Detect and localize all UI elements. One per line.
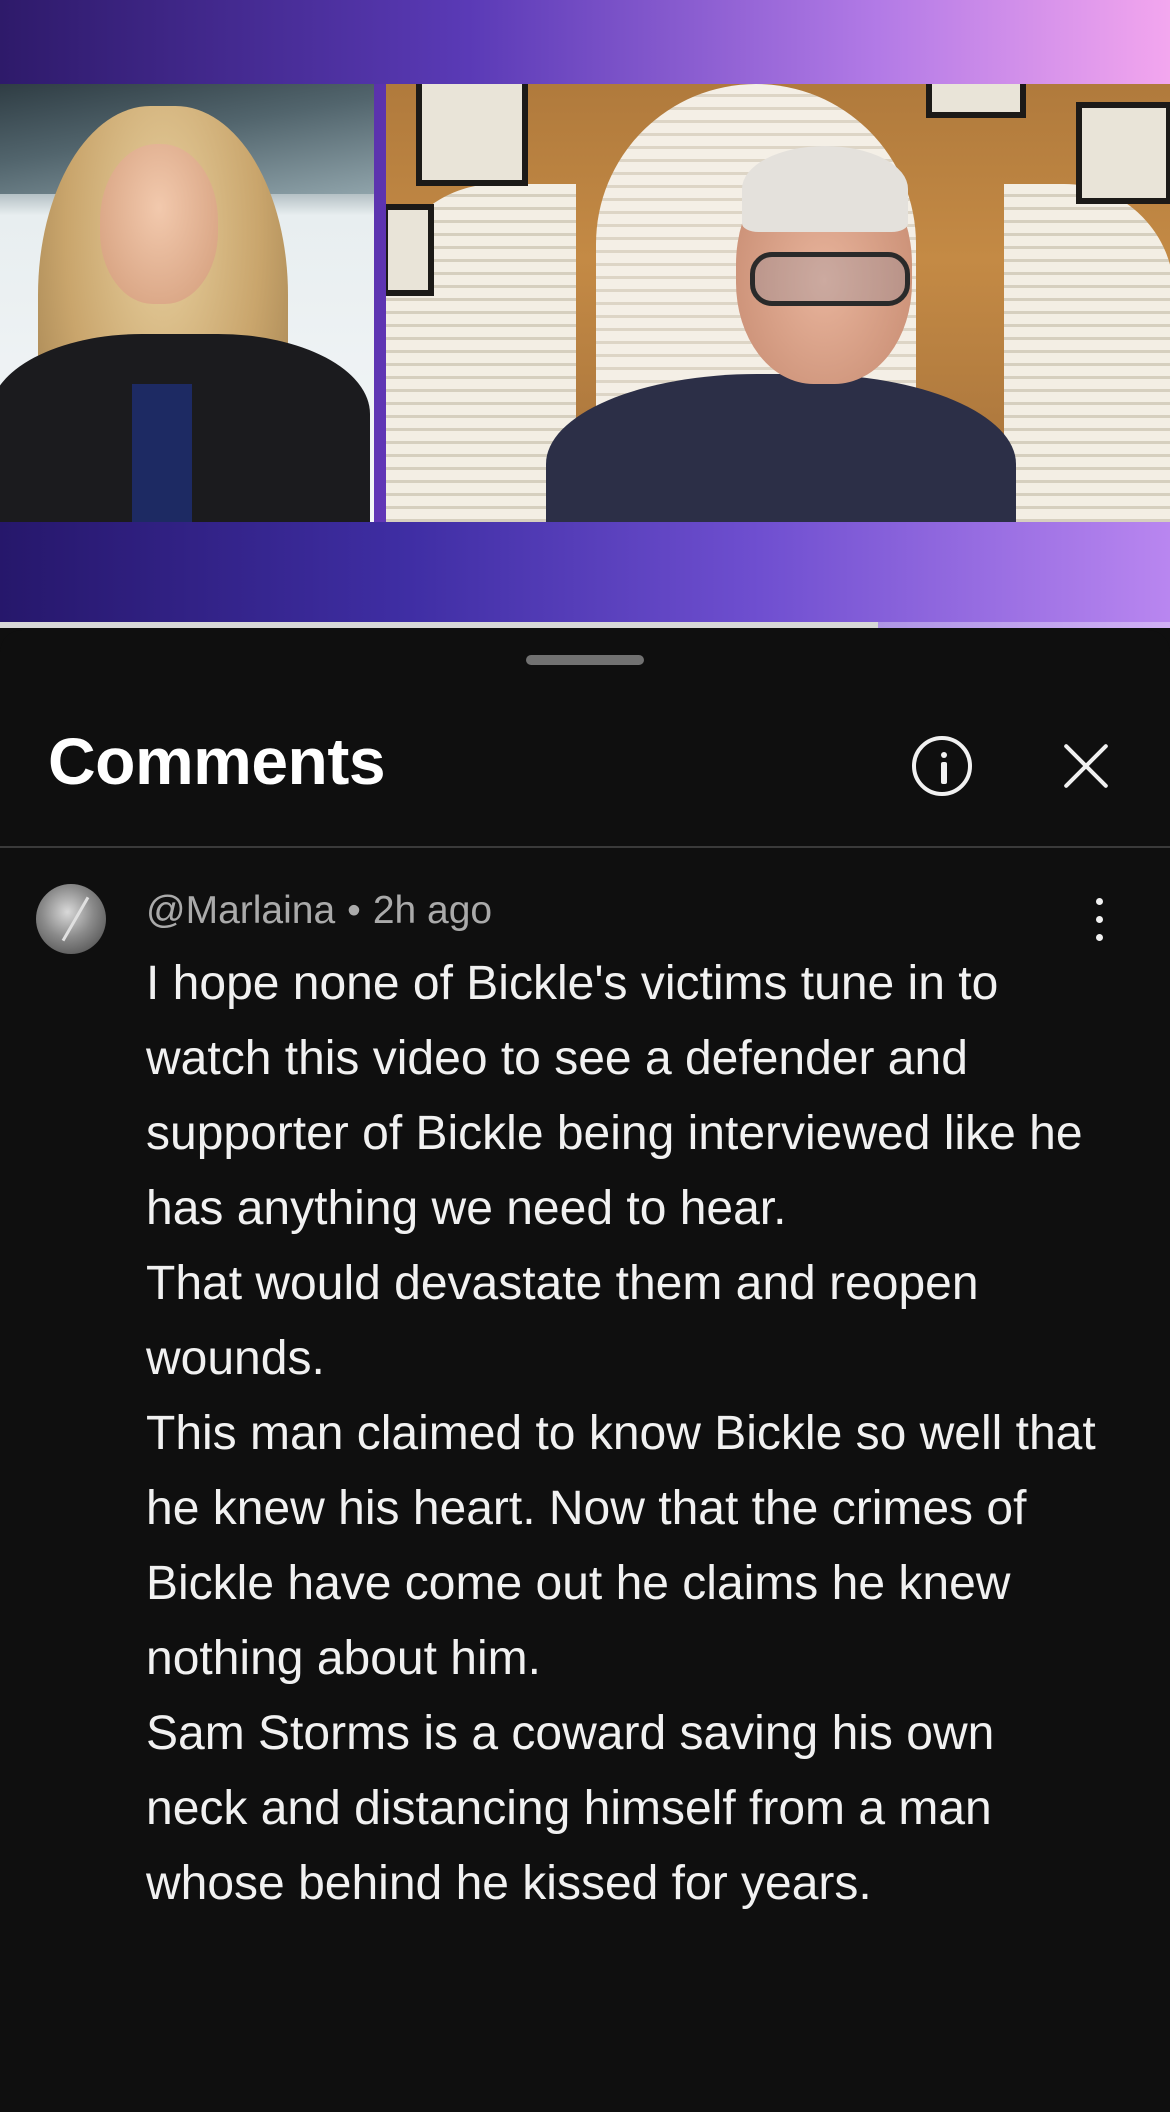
close-icon[interactable] xyxy=(1058,736,1114,792)
avatar[interactable] xyxy=(36,884,106,954)
picture-frame xyxy=(386,204,434,296)
video-panel-left xyxy=(0,84,374,522)
video-banner-top xyxy=(0,0,1170,84)
meta-separator: • xyxy=(347,889,361,932)
comment-paragraph: I hope none of Bickle's victims tune in … xyxy=(146,957,1083,1235)
more-vert-icon[interactable] xyxy=(1084,892,1114,948)
comments-sheet: Comments @Marlaina • 2h ago I hope none of… xyxy=(0,630,1170,2112)
comment-meta: @Marlaina • 2h ago xyxy=(146,888,492,935)
drag-handle[interactable] xyxy=(526,655,644,665)
video-banner-bottom xyxy=(0,522,1170,628)
comment-paragraph: Sam Storms is a coward saving his own ne… xyxy=(146,1707,995,1910)
video-player[interactable] xyxy=(0,0,1170,628)
comment-author[interactable]: @Marlaina xyxy=(146,889,335,932)
sheet-title: Comments xyxy=(48,724,386,798)
video-panel-right xyxy=(386,84,1170,522)
video-progress-bar[interactable] xyxy=(0,622,1170,628)
comment-paragraph: This man claimed to know Bickle so well … xyxy=(146,1407,1096,1685)
info-icon[interactable] xyxy=(912,736,972,796)
comment-time: 2h ago xyxy=(372,889,493,932)
comment-item: @Marlaina • 2h ago I hope none of Bickle's… xyxy=(0,848,1170,2112)
picture-frame xyxy=(416,84,528,186)
video-progress-fill xyxy=(0,622,878,628)
comment-paragraph: That would devastate them and reopen wou… xyxy=(146,1257,979,1385)
picture-frame xyxy=(1076,102,1170,204)
comment-text: I hope none of Bickle's victims tune in … xyxy=(146,946,1106,1921)
picture-frame xyxy=(926,84,1026,118)
